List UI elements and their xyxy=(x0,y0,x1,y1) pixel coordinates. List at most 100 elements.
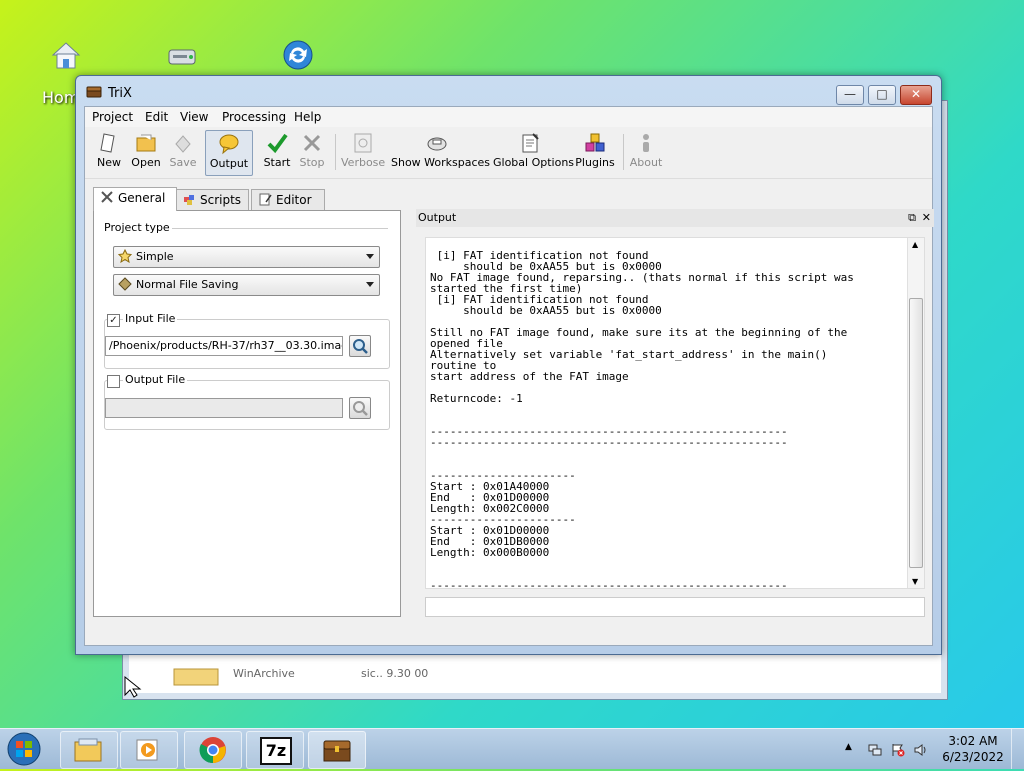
mouse-cursor-icon xyxy=(124,675,142,698)
tab-scripts[interactable]: Scripts xyxy=(175,189,249,210)
workspaces-icon xyxy=(427,137,447,151)
general-panel: Project type Simple Normal File Saving ✓… xyxy=(93,210,401,617)
sync-icon xyxy=(283,40,313,70)
desktop-icon-label: Hom xyxy=(42,88,80,107)
output-scrollbar-thumb[interactable] xyxy=(909,298,923,568)
toolbar-separator xyxy=(335,134,336,170)
show-desktop-button[interactable] xyxy=(1011,729,1024,769)
menu-processing[interactable]: Processing xyxy=(222,110,286,124)
output-scrollbar[interactable]: ▲ ▼ xyxy=(907,238,924,588)
checkmark-icon xyxy=(267,133,288,154)
close-dock-icon[interactable]: ✕ xyxy=(922,209,931,227)
taskbar-clock[interactable]: 3:02 AM 6/23/2022 xyxy=(940,733,1006,765)
saving-mode-select[interactable]: Normal File Saving xyxy=(113,274,380,296)
input-file-browse-button[interactable] xyxy=(349,335,371,357)
chrome-icon xyxy=(199,737,226,764)
start-button[interactable] xyxy=(2,730,52,768)
saving-mode-value: Normal File Saving xyxy=(136,278,239,291)
output-dock-title: Output xyxy=(418,211,457,224)
main-toolbar: New Open Save Output Start Stop Verbose … xyxy=(85,128,932,179)
open-label: Open xyxy=(131,156,161,169)
input-file-group: ✓ Input File /Phoenix/products/RH-37/rh3… xyxy=(104,312,390,369)
folder-icon xyxy=(74,738,102,762)
magnifier-icon xyxy=(353,401,368,416)
save-button[interactable]: Save xyxy=(167,130,199,174)
network-drive-icon xyxy=(168,49,196,65)
desktop-icon-drive[interactable] xyxy=(152,40,212,78)
input-file-checkbox[interactable]: ✓ xyxy=(107,314,120,327)
menu-bar: Project Edit View Processing Help xyxy=(85,107,932,127)
taskbar-app-chrome[interactable] xyxy=(184,731,242,769)
about-label: About xyxy=(629,156,663,169)
input-file-label: Input File xyxy=(123,312,178,325)
media-player-icon xyxy=(136,739,158,761)
about-button[interactable]: About xyxy=(627,130,665,174)
volume-icon[interactable] xyxy=(914,743,928,757)
menu-project[interactable]: Project xyxy=(92,110,133,124)
project-type-divider xyxy=(172,228,388,229)
start-button[interactable]: Start xyxy=(259,130,295,174)
output-file-checkbox[interactable] xyxy=(107,375,120,388)
open-button[interactable]: Open xyxy=(129,130,163,174)
plugins-button[interactable]: Plugins xyxy=(575,130,615,174)
title-bar[interactable]: TriX — □ ✕ xyxy=(76,76,941,106)
verbose-icon xyxy=(354,133,372,153)
menu-edit[interactable]: Edit xyxy=(145,110,168,124)
scripts-icon xyxy=(184,195,194,205)
output-file-browse-button[interactable] xyxy=(349,397,371,419)
float-dock-icon[interactable]: ⧉ xyxy=(908,209,916,227)
show-workspaces-button[interactable]: Show Workspaces xyxy=(391,130,490,174)
taskbar-app-media-player[interactable] xyxy=(120,731,178,769)
minimize-button[interactable]: — xyxy=(836,85,864,105)
close-button[interactable]: ✕ xyxy=(900,85,932,105)
desktop-icon-sync[interactable] xyxy=(268,38,328,76)
scroll-up-icon[interactable]: ▲ xyxy=(912,240,918,249)
star-icon xyxy=(118,249,132,263)
scroll-down-icon[interactable]: ▼ xyxy=(912,577,918,586)
background-window-list: WinArchive sic.. 9.30 00 xyxy=(129,652,941,693)
verbose-label: Verbose xyxy=(341,156,386,169)
start-label: Start xyxy=(263,156,291,169)
7zip-icon: 7z xyxy=(260,737,292,765)
verbose-button[interactable]: Verbose xyxy=(341,130,385,174)
plugins-label: Plugins xyxy=(575,156,615,169)
trix-window: TriX — □ ✕ Project Edit View Processing … xyxy=(75,75,942,655)
output-file-field[interactable] xyxy=(105,398,343,418)
stop-button[interactable]: Stop xyxy=(297,130,327,174)
tab-general[interactable]: General xyxy=(93,187,177,211)
new-label: New xyxy=(97,156,121,169)
output-button[interactable]: Output xyxy=(205,130,253,176)
clock-date: 6/23/2022 xyxy=(942,750,1004,764)
chevron-down-icon xyxy=(366,254,374,259)
input-file-field[interactable]: /Phoenix/products/RH-37/rh37__03.30.imag… xyxy=(105,336,343,356)
taskbar-app-7zip[interactable]: 7z xyxy=(246,731,304,769)
output-dock-header: Output ⧉ ✕ xyxy=(416,209,934,227)
command-input[interactable] xyxy=(425,597,925,617)
tab-editor[interactable]: Editor xyxy=(251,189,325,210)
taskbar-app-trix[interactable] xyxy=(308,731,366,769)
menu-help[interactable]: Help xyxy=(294,110,321,124)
open-folder-icon xyxy=(136,134,156,152)
project-type-select[interactable]: Simple xyxy=(113,246,380,268)
trix-chest-icon xyxy=(323,740,351,762)
maximize-button[interactable]: □ xyxy=(868,85,896,105)
action-center-flag-icon[interactable] xyxy=(891,743,905,757)
window-title: TriX xyxy=(108,86,132,101)
project-type-label: Project type xyxy=(104,221,170,234)
clock-time: 3:02 AM xyxy=(948,734,998,748)
taskbar-app-explorer[interactable] xyxy=(60,731,118,769)
magnifier-icon xyxy=(353,339,368,354)
global-options-button[interactable]: Global Options xyxy=(493,130,574,174)
new-document-icon xyxy=(100,133,115,153)
windows-orb-icon xyxy=(7,732,41,766)
output-label: Output xyxy=(209,157,249,170)
menu-view[interactable]: View xyxy=(180,110,208,124)
desktop-icon-home[interactable]: Hom xyxy=(36,38,96,107)
new-button[interactable]: New xyxy=(91,130,127,174)
chevron-down-icon xyxy=(366,282,374,287)
show-hidden-icons-icon[interactable]: ▲ xyxy=(845,742,852,752)
network-icon[interactable] xyxy=(868,743,882,757)
output-log-text: [i] FAT identification not found should … xyxy=(430,249,854,589)
window-client: Project Edit View Processing Help New Op… xyxy=(84,106,934,646)
output-log[interactable]: [i] FAT identification not found should … xyxy=(425,237,925,589)
